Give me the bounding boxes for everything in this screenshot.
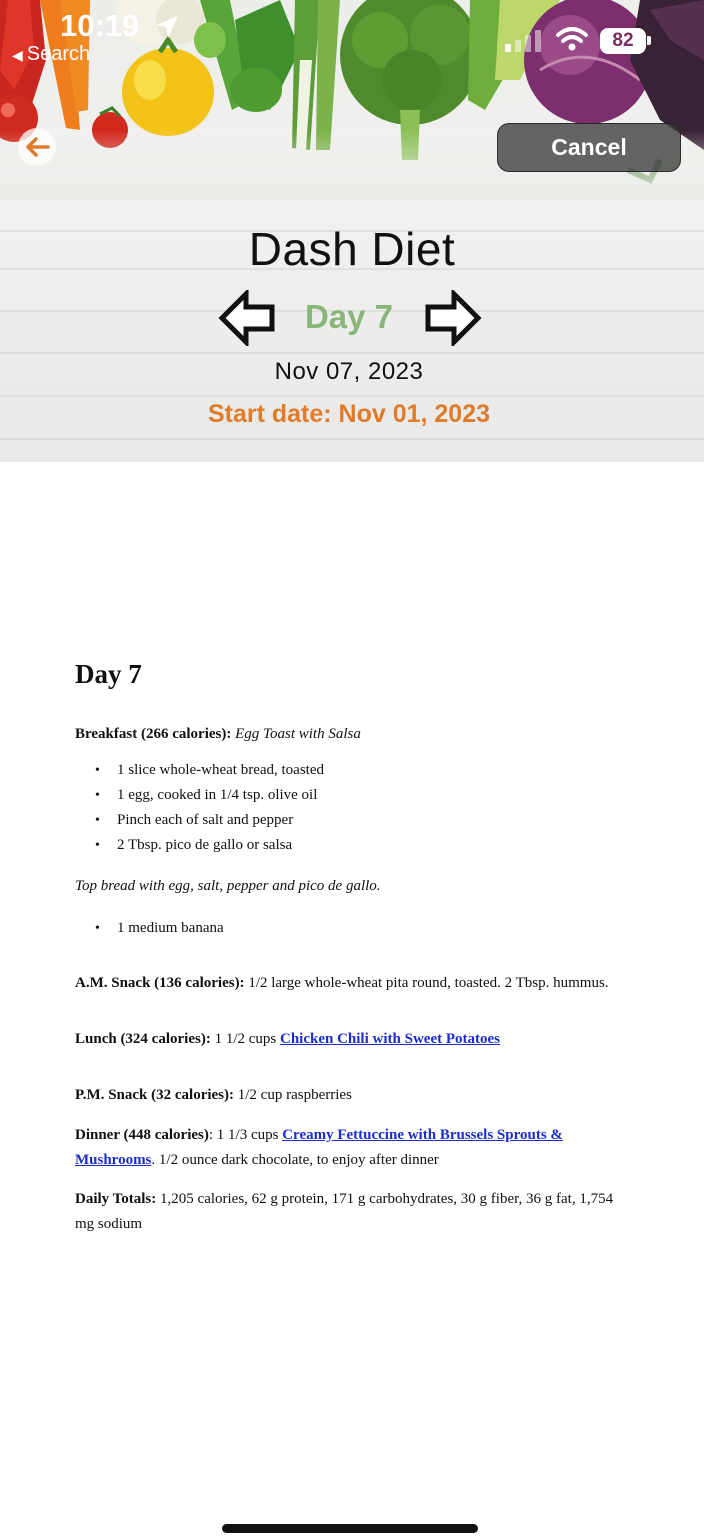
list-item: 1 egg, cooked in 1/4 tsp. olive oil bbox=[75, 783, 615, 808]
back-button[interactable] bbox=[18, 128, 56, 166]
am-snack-label: A.M. Snack (136 calories): bbox=[75, 975, 245, 991]
lunch-recipe-link[interactable]: Chicken Chili with Sweet Potatoes bbox=[280, 1031, 500, 1047]
breakfast-label: Breakfast (266 calories): bbox=[75, 726, 232, 742]
dinner-paragraph: Dinner (448 calories): 1 1/3 cups Creamy… bbox=[75, 1123, 615, 1173]
cellular-signal-icon bbox=[505, 30, 541, 52]
lunch-label: Lunch (324 calories): bbox=[75, 1031, 211, 1047]
am-snack-text: 1/2 large whole-wheat pita round, toaste… bbox=[248, 975, 609, 991]
breakfast-recipe: Egg Toast with Salsa bbox=[235, 726, 361, 742]
breakfast-ingredients-list: 1 slice whole-wheat bread, toasted 1 egg… bbox=[75, 758, 615, 858]
current-date: Nov 07, 2023 bbox=[274, 358, 424, 385]
location-arrow-icon bbox=[156, 16, 178, 38]
dinner-after-text: . 1/2 ounce dark chocolate, to enjoy aft… bbox=[151, 1152, 439, 1168]
list-item: 1 medium banana bbox=[75, 916, 615, 941]
extra-items-list: 1 medium banana bbox=[75, 916, 615, 941]
list-item: 2 Tbsp. pico de gallo or salsa bbox=[75, 833, 615, 858]
day-label: Day 7 bbox=[304, 298, 394, 335]
daily-totals-label: Daily Totals: bbox=[75, 1191, 157, 1207]
arrow-left-icon bbox=[26, 137, 50, 157]
battery-icon: 82 bbox=[600, 28, 646, 54]
back-to-search-link[interactable]: ◀ Search bbox=[12, 43, 90, 66]
lunch-paragraph: Lunch (324 calories): 1 1/2 cups Chicken… bbox=[75, 1025, 615, 1053]
next-day-button[interactable] bbox=[424, 290, 482, 346]
list-item: 1 slice whole-wheat bread, toasted bbox=[75, 758, 615, 783]
status-time: 10:19 bbox=[60, 8, 140, 43]
dinner-text: : 1 1/3 cups bbox=[208, 1127, 279, 1143]
dinner-label: Dinner (448 calories) bbox=[75, 1127, 209, 1143]
daily-totals-paragraph: Daily Totals: 1,205 calories, 62 g prote… bbox=[75, 1187, 615, 1237]
breakfast-note-text: Top bread with egg, salt, pepper and pic… bbox=[75, 878, 381, 894]
diet-plan-document: Day 7 Breakfast (266 calories): Egg Toas… bbox=[75, 655, 615, 1237]
page-title: Dash Diet bbox=[248, 223, 456, 275]
home-indicator[interactable] bbox=[222, 1524, 478, 1533]
am-snack-paragraph: A.M. Snack (136 calories): 1/2 large who… bbox=[75, 969, 615, 997]
wifi-icon bbox=[556, 27, 588, 51]
document-heading: Day 7 bbox=[75, 659, 142, 689]
start-date: Start date: Nov 01, 2023 bbox=[207, 400, 491, 428]
pm-snack-text: 1/2 cup raspberries bbox=[237, 1087, 352, 1103]
daily-totals-text: 1,205 calories, 62 g protein, 171 g carb… bbox=[75, 1191, 614, 1232]
list-item: Pinch each of salt and pepper bbox=[75, 808, 615, 833]
header-hero: 10:19 ◀ Search 82 Cancel Dash Diet Day 7 … bbox=[0, 0, 704, 462]
back-triangle-icon: ◀ bbox=[12, 47, 23, 63]
breakfast-note: Top bread with egg, salt, pepper and pic… bbox=[75, 872, 615, 900]
battery-tip bbox=[647, 36, 651, 45]
back-to-search-label: Search bbox=[26, 43, 91, 65]
breakfast-paragraph: Breakfast (266 calories): Egg Toast with… bbox=[75, 720, 615, 748]
pm-snack-label: P.M. Snack (32 calories): bbox=[75, 1087, 235, 1103]
cancel-button[interactable]: Cancel bbox=[497, 123, 681, 172]
pm-snack-paragraph: P.M. Snack (32 calories): 1/2 cup raspbe… bbox=[75, 1081, 615, 1109]
lunch-text: 1 1/2 cups bbox=[214, 1031, 277, 1047]
